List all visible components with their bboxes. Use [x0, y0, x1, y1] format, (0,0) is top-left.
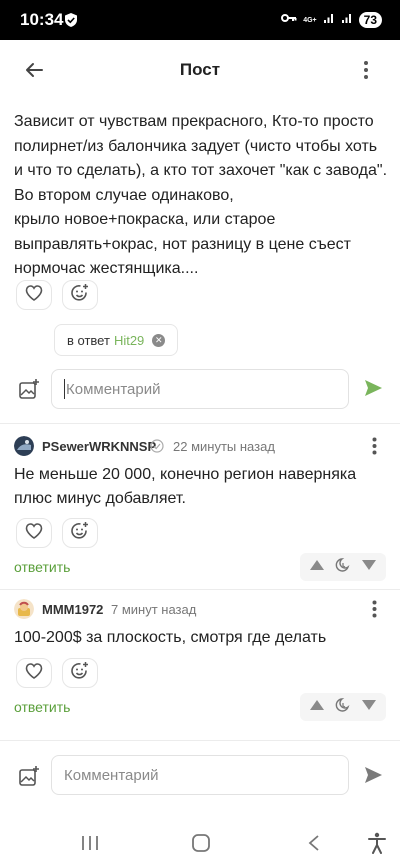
triangle-up-icon[interactable] — [309, 698, 325, 716]
comment-line: 100-200$ за плоскость, смотря где делать — [14, 629, 327, 646]
comment-author[interactable]: MMM1972 — [42, 602, 103, 617]
more-vertical-icon[interactable] — [364, 435, 384, 457]
battery-level: 73 — [358, 12, 382, 28]
heart-icon — [25, 662, 43, 684]
post-line: и что то сделать), а кто тот захочет "ка… — [14, 162, 388, 179]
comment-time: 7 минут назад — [111, 602, 197, 617]
comment-text: 100-200$ за плоскость, смотря где делать — [14, 626, 384, 650]
post-line: полирнет/из балончика задует (чисто чтоб… — [14, 137, 378, 155]
app-bar: Пост — [0, 40, 400, 100]
status-time: 10:34 — [20, 10, 64, 29]
comment-author[interactable]: PSewerWRKNNSP — [42, 439, 156, 454]
key-icon — [281, 11, 297, 29]
moon-clock-icon[interactable] — [335, 697, 351, 718]
recents-icon[interactable] — [78, 832, 102, 854]
reply-link[interactable]: ответить — [14, 559, 70, 575]
divider — [0, 423, 400, 424]
vote-controls — [300, 553, 386, 581]
send-icon[interactable] — [362, 377, 388, 403]
comment-input[interactable]: Комментарий — [51, 755, 349, 795]
reply-to-user[interactable]: Hit29 — [114, 333, 144, 348]
signal-icon-2 — [341, 11, 353, 29]
post-line: выправлять+окрас, нот разницу в цене съе… — [14, 235, 351, 253]
more-vertical-icon[interactable] — [354, 58, 378, 82]
system-nav-bar — [0, 818, 400, 867]
triangle-up-icon[interactable] — [309, 558, 325, 576]
send-icon[interactable] — [362, 764, 388, 790]
comment-line: Не меньше 20 000, конечно регион наверня… — [14, 466, 357, 483]
more-vertical-icon[interactable] — [364, 598, 384, 620]
divider — [0, 740, 400, 741]
text-cursor — [64, 379, 65, 399]
react-button[interactable] — [62, 658, 98, 688]
like-button[interactable] — [16, 280, 52, 310]
like-button[interactable] — [16, 658, 52, 688]
reply-input-placeholder: Комментарий — [66, 380, 161, 398]
react-button[interactable] — [62, 518, 98, 548]
comment-text: Не меньше 20 000, конечно регион наверня… — [14, 463, 384, 511]
post-body: Зависит от чувствам прекрасного, Кто-то … — [14, 110, 392, 282]
emoji-add-icon — [70, 283, 90, 308]
post-line: нормочас жестянщика.... — [14, 260, 199, 277]
reply-link[interactable]: ответить — [14, 699, 70, 715]
avatar[interactable] — [14, 436, 34, 456]
post-line: Во втором случае одинаково, — [14, 186, 234, 204]
like-button[interactable] — [16, 518, 52, 548]
home-icon[interactable] — [189, 832, 213, 854]
vote-controls — [300, 693, 386, 721]
comment-line: плюс минус добавляет. — [14, 490, 186, 507]
avatar[interactable] — [14, 599, 34, 619]
image-add-icon[interactable] — [18, 765, 42, 789]
shield-icon — [64, 12, 78, 33]
image-add-icon[interactable] — [18, 378, 42, 402]
emoji-add-icon — [70, 661, 90, 686]
status-bar: 10:34 4G+ 73 — [0, 0, 400, 40]
moon-clock-icon[interactable] — [335, 557, 351, 578]
reply-to-chip: в ответ Hit29 ✕ — [54, 324, 179, 356]
heart-icon — [25, 284, 43, 306]
heart-icon — [25, 522, 43, 544]
accessibility-icon[interactable] — [365, 832, 389, 854]
emoji-add-icon — [70, 521, 90, 546]
comment-time: 22 минуты назад — [173, 439, 275, 454]
network-type: 4G+ — [303, 16, 317, 24]
reply-to-prefix: в ответ — [67, 332, 110, 348]
status-icons: 4G+ 73 — [281, 11, 382, 29]
triangle-down-icon[interactable] — [361, 698, 377, 716]
nav-back-icon[interactable] — [302, 832, 326, 854]
comment-input-placeholder: Комментарий — [64, 766, 159, 784]
page-title: Пост — [179, 60, 221, 79]
triangle-down-icon[interactable] — [361, 558, 377, 576]
user-badge-icon — [150, 439, 164, 453]
close-icon[interactable]: ✕ — [152, 333, 166, 347]
signal-icon — [323, 11, 335, 29]
post-line: крыло новое+покраска, или старое — [14, 211, 276, 228]
post-line: Зависит от чувствам прекрасного, Кто-то … — [14, 113, 374, 130]
divider — [0, 589, 400, 590]
reply-comment-input[interactable]: Комментарий — [51, 369, 349, 409]
react-button[interactable] — [62, 280, 98, 310]
